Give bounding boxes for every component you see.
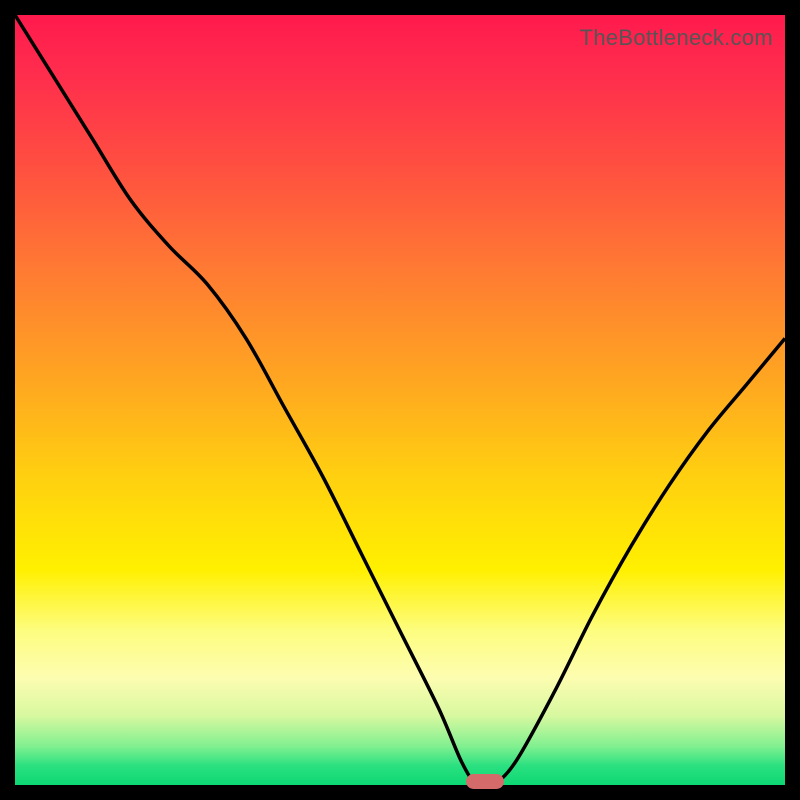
bottleneck-curve (15, 15, 785, 785)
chart-container: TheBottleneck.com (0, 0, 800, 800)
curve-path (15, 15, 785, 785)
plot-area: TheBottleneck.com (15, 15, 785, 785)
optimal-marker (466, 774, 504, 789)
